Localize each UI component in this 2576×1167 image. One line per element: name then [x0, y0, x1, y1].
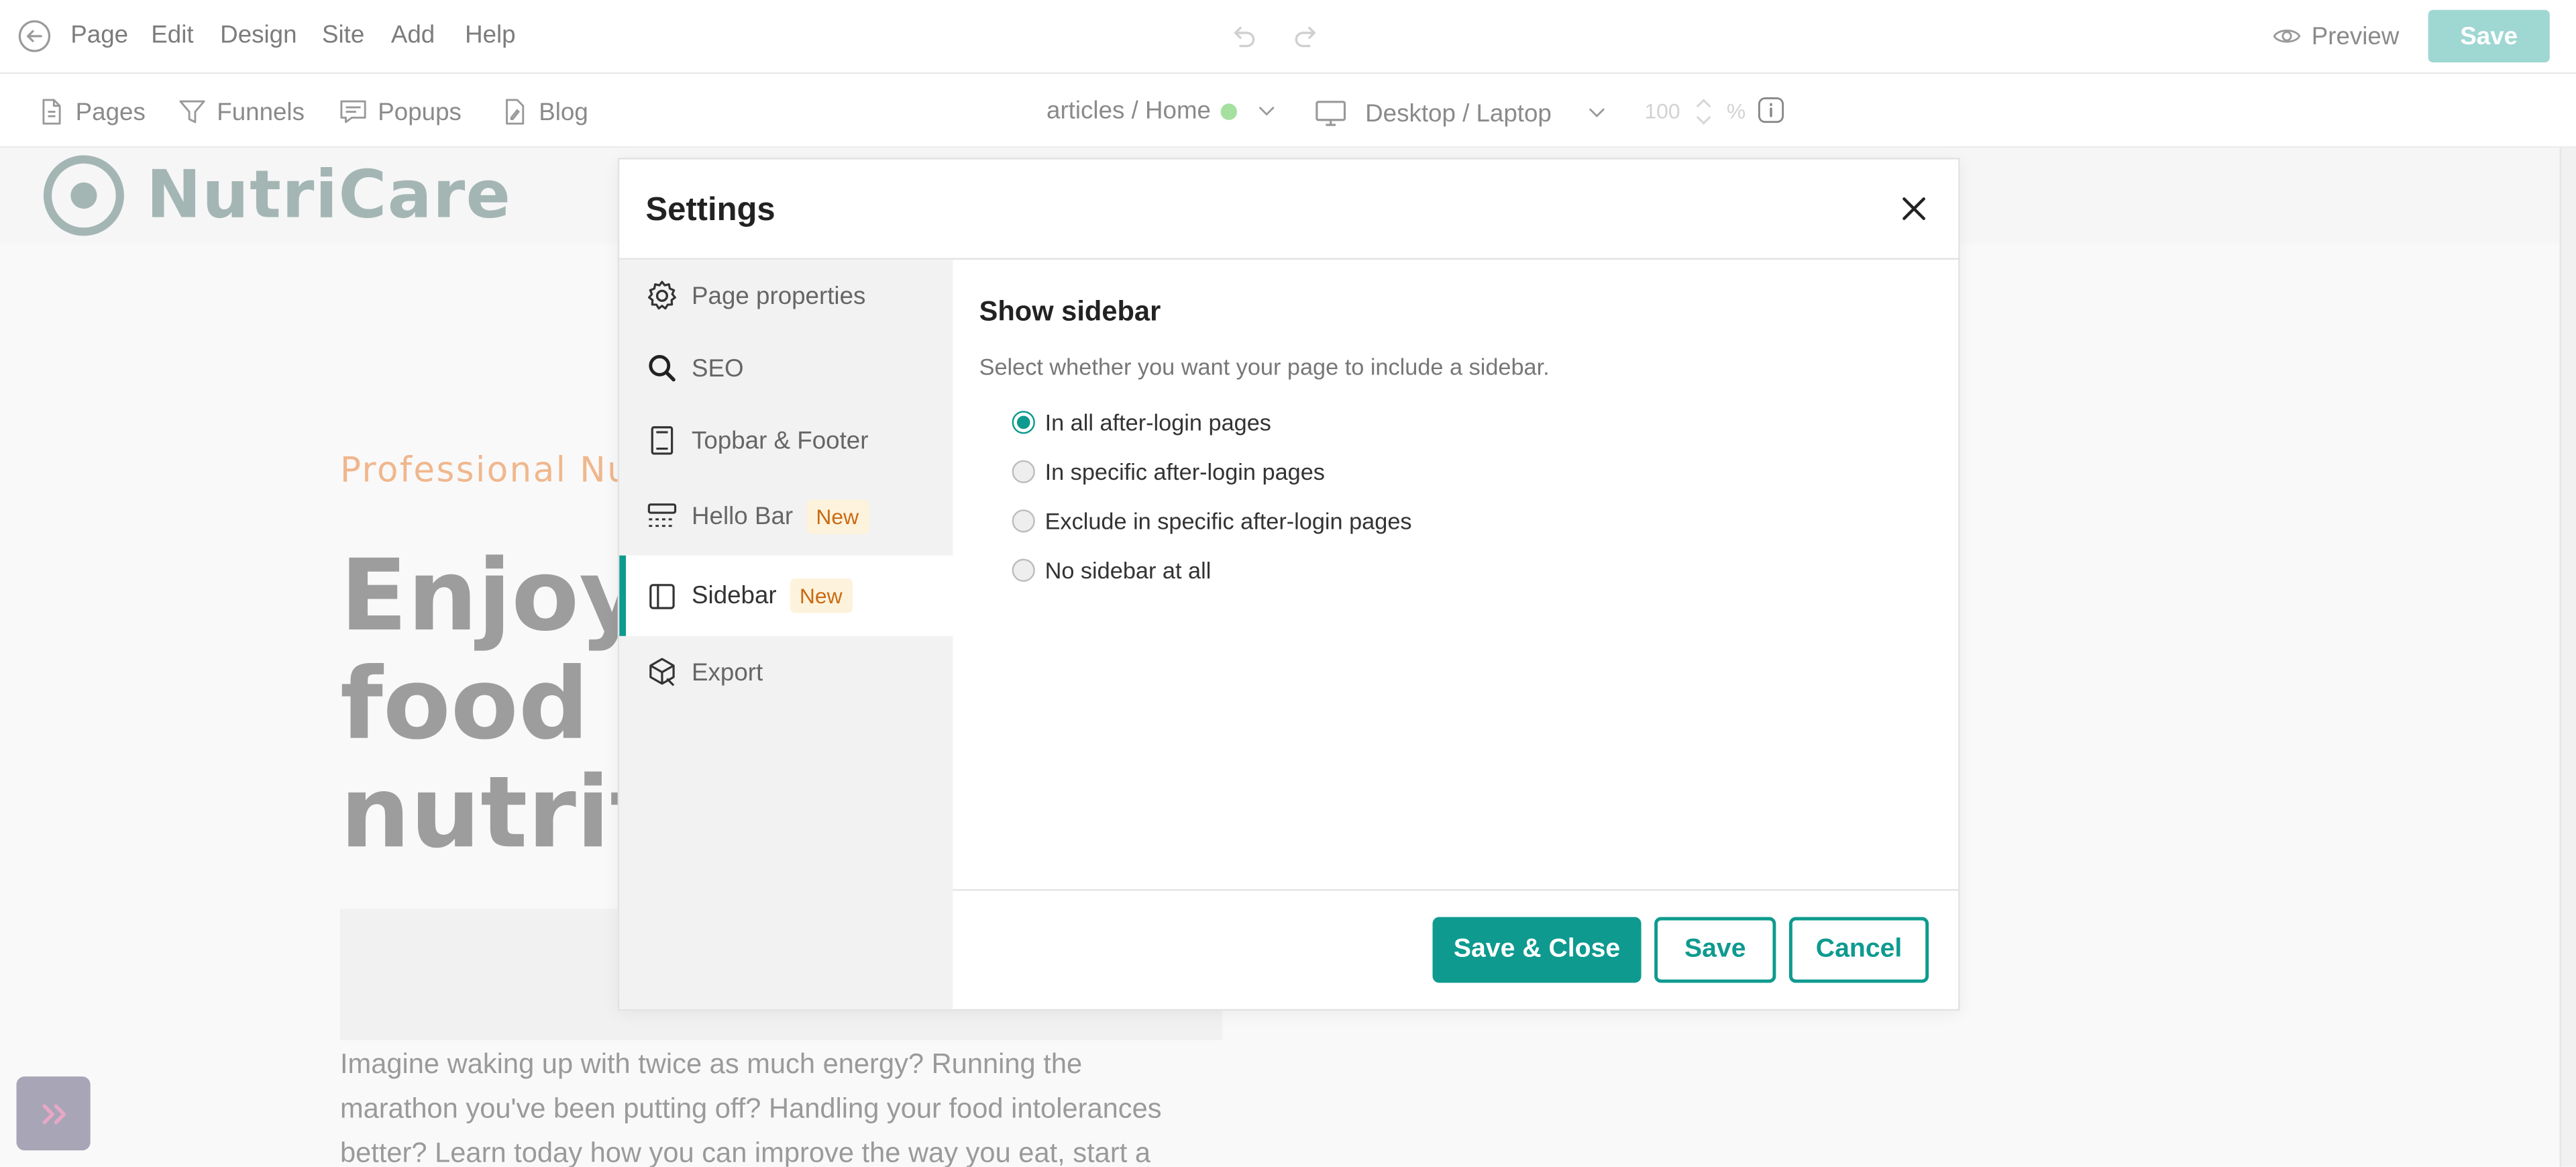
device-label: Desktop / Laptop: [1365, 99, 1552, 128]
export-icon: [649, 658, 675, 687]
gear-icon: [648, 281, 676, 310]
sidebar-item-label: Sidebar: [692, 581, 777, 610]
radio-label: Exclude in specific after-login pages: [1044, 507, 1412, 534]
body-line: Imagine waking up with twice as much ene…: [339, 1048, 1083, 1080]
modal-header: Settings: [619, 160, 1959, 260]
page-icon: [42, 99, 61, 125]
sidebar-icon: [649, 583, 675, 609]
sidebar-item-sidebar[interactable]: Sidebar New: [619, 555, 953, 636]
radio-button[interactable]: [1012, 460, 1035, 484]
radio-button[interactable]: [1012, 558, 1035, 582]
logo-text: NutriCare: [146, 158, 512, 234]
layout-icon: [651, 426, 674, 455]
double-chevron-right-icon: [42, 1103, 65, 1124]
preview-button[interactable]: Preview: [2272, 21, 2399, 51]
menu-help[interactable]: Help: [465, 21, 516, 50]
section-description: Select whether you want your page to inc…: [979, 353, 1550, 380]
popups-tab[interactable]: Popups: [338, 97, 462, 126]
redo-icon[interactable]: [1291, 19, 1324, 52]
sidebar-item-topbar-footer[interactable]: Topbar & Footer: [619, 404, 953, 476]
sidebar-item-label: Topbar & Footer: [692, 426, 869, 455]
eye-icon: [2273, 30, 2301, 43]
radio-option-all-pages[interactable]: In all after-login pages: [1012, 409, 1271, 436]
menu-site[interactable]: Site: [322, 21, 364, 50]
chevron-down-icon: [1590, 108, 1605, 117]
menu-bar: Page Edit Design Site Add Help Preview S…: [0, 0, 2576, 74]
radio-option-no-sidebar[interactable]: No sidebar at all: [1012, 557, 1212, 584]
funnel-icon: [179, 100, 205, 123]
new-badge: New: [806, 499, 869, 534]
sidebar-item-page-properties[interactable]: Page properties: [619, 260, 953, 332]
close-icon[interactable]: [1898, 193, 1931, 225]
settings-content: Show sidebar Select whether you want you…: [953, 260, 1958, 889]
radio-button[interactable]: [1012, 509, 1035, 533]
save-button[interactable]: Save: [1654, 917, 1776, 983]
funnels-label: Funnels: [217, 97, 305, 126]
radio-option-exclude-pages[interactable]: Exclude in specific after-login pages: [1012, 508, 1412, 534]
device-selector[interactable]: Desktop / Laptop: [1314, 97, 1611, 130]
new-badge: New: [790, 578, 853, 613]
brand-logo: NutriCare: [41, 153, 511, 238]
save-button-top[interactable]: Save: [2428, 9, 2550, 63]
radio-option-specific-pages[interactable]: In specific after-login pages: [1012, 458, 1325, 485]
zoom-stepper-icon[interactable]: [1694, 95, 1713, 128]
expand-panel-button[interactable]: [16, 1076, 91, 1151]
secondary-toolbar: Pages Funnels Popups Blog articles / Hom…: [0, 74, 2576, 148]
radio-button[interactable]: [1012, 411, 1035, 434]
funnels-tab[interactable]: Funnels: [177, 97, 305, 126]
sidebar-item-label: SEO: [692, 354, 744, 383]
body-line: better? Learn today how you can improve …: [339, 1137, 1151, 1167]
cancel-button[interactable]: Cancel: [1788, 917, 1929, 983]
radio-label: In specific after-login pages: [1044, 458, 1325, 485]
radio-label: No sidebar at all: [1044, 557, 1212, 584]
save-close-button[interactable]: Save & Close: [1432, 917, 1642, 983]
sidebar-item-label: Page properties: [692, 282, 866, 310]
logo-circle-icon: [43, 155, 124, 236]
menu-add[interactable]: Add: [391, 21, 435, 50]
sidebar-item-label: Export: [692, 658, 763, 687]
sidebar-item-export[interactable]: Export: [619, 636, 953, 709]
app-root: Page Edit Design Site Add Help Preview S…: [0, 0, 2576, 1167]
desktop-icon: [1316, 101, 1346, 126]
hero-body-text: Imagine waking up with twice as much ene…: [339, 1042, 1236, 1167]
blog-icon: [506, 99, 525, 125]
zoom-input[interactable]: 100: [1644, 99, 1680, 123]
menu-edit[interactable]: Edit: [151, 21, 193, 50]
section-title: Show sidebar: [979, 295, 1161, 327]
sidebar-item-label: Hello Bar: [692, 502, 794, 530]
back-arrow-icon[interactable]: [18, 19, 51, 52]
modal-title: Settings: [645, 192, 775, 229]
pages-tab[interactable]: Pages: [36, 97, 146, 126]
undo-icon[interactable]: [1226, 19, 1258, 52]
chevron-down-icon: [1259, 106, 1275, 115]
sidebar-item-seo[interactable]: SEO: [619, 332, 953, 405]
hello-bar-icon: [647, 503, 677, 527]
menu-page[interactable]: Page: [70, 21, 128, 50]
status-dot: [1220, 103, 1238, 119]
search-icon: [649, 354, 676, 382]
body-line: marathon you've been putting off? Handli…: [339, 1093, 1162, 1125]
preview-label: Preview: [2311, 22, 2400, 50]
info-icon[interactable]: [1756, 95, 1786, 125]
hero-eyebrow: Professional Nu: [339, 450, 631, 490]
page-selector-label: articles / Home: [1046, 97, 1211, 125]
canvas-scrollbar[interactable]: [2559, 148, 2576, 1167]
modal-footer: Save & Close Save Cancel: [953, 889, 1959, 1011]
settings-sidebar: Page properties SEO Topbar & Footer Hell…: [619, 259, 953, 1009]
radio-label: In all after-login pages: [1044, 409, 1271, 436]
menu-design[interactable]: Design: [220, 21, 297, 50]
blog-tab[interactable]: Blog: [499, 97, 588, 126]
zoom-unit: %: [1726, 98, 1746, 123]
blog-label: Blog: [539, 97, 588, 126]
sidebar-item-hello-bar[interactable]: Hello Bar New: [619, 476, 953, 556]
page-selector[interactable]: articles / Home: [1046, 97, 1280, 125]
pages-label: Pages: [75, 97, 146, 126]
settings-modal: Settings Page properties SEO Topbar & Fo…: [617, 158, 1960, 1011]
popup-icon: [340, 100, 366, 123]
popups-label: Popups: [378, 97, 462, 126]
